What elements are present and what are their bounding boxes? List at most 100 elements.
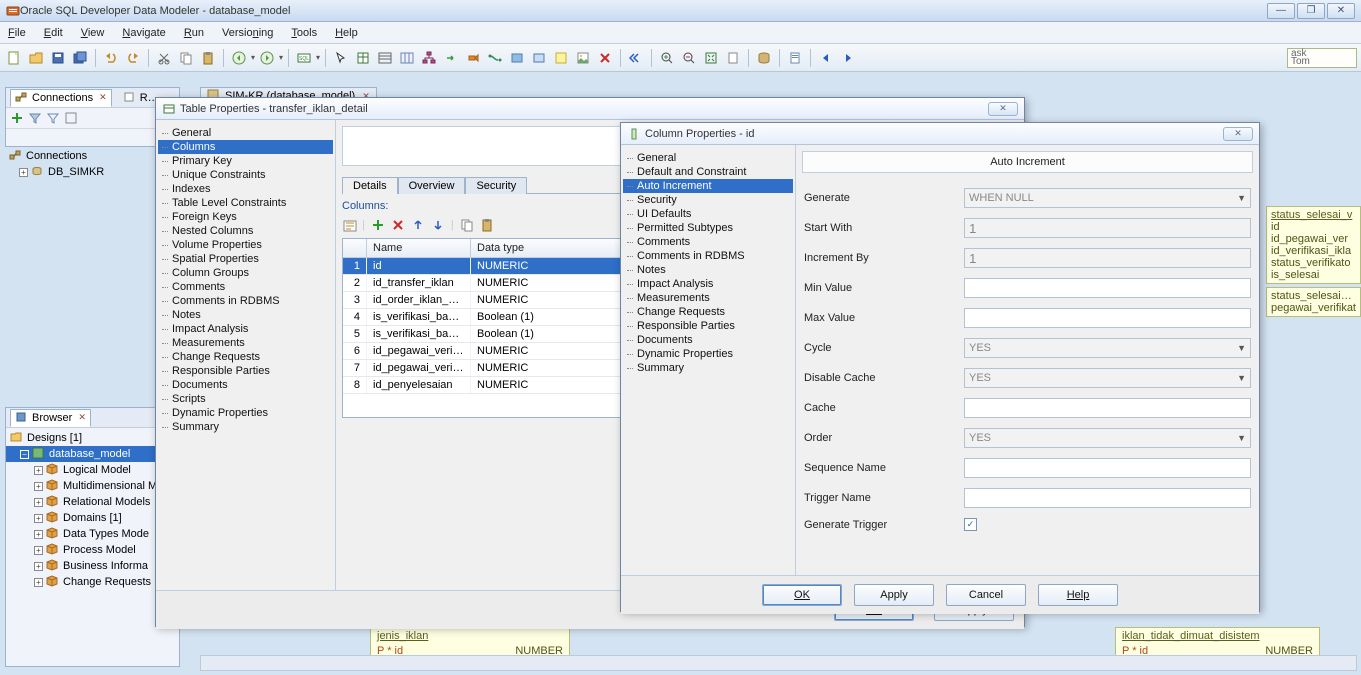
fit-win-icon[interactable] — [701, 48, 721, 68]
browser-item[interactable]: +Process Model — [6, 542, 179, 558]
menu-edit[interactable]: Edit — [44, 27, 63, 39]
sequence_name-input[interactable] — [964, 458, 1251, 478]
help-button[interactable]: Help — [1038, 584, 1118, 606]
note-icon[interactable] — [551, 48, 571, 68]
copy-icon[interactable] — [176, 48, 196, 68]
nav-item[interactable]: Comments — [623, 235, 793, 249]
trigger_name-input[interactable] — [964, 488, 1251, 508]
sub-tab[interactable]: Overview — [398, 177, 466, 194]
nav-item[interactable]: Unique Constraints — [158, 168, 333, 182]
dialog-close-button[interactable]: ✕ — [988, 102, 1018, 116]
nav-item[interactable]: UI Defaults — [623, 207, 793, 221]
sub-tab[interactable]: Details — [342, 177, 398, 194]
menu-view[interactable]: View — [81, 27, 105, 39]
nav-item[interactable]: Scripts — [158, 392, 333, 406]
right-box-1[interactable]: status_selesai_v idid_pegawai_verid_veri… — [1266, 206, 1361, 284]
menu-tools[interactable]: Tools — [291, 27, 317, 39]
menu-run[interactable]: Run — [184, 27, 204, 39]
move-up-icon[interactable] — [411, 218, 425, 232]
forward-icon[interactable] — [257, 48, 277, 68]
task-box[interactable]: ask Tom — [1287, 48, 1357, 68]
nav-item[interactable]: Spatial Properties — [158, 252, 333, 266]
cache-input[interactable] — [964, 398, 1251, 418]
close-icon[interactable]: ✕ — [78, 412, 86, 423]
window-minimize-button[interactable]: — — [1267, 3, 1295, 19]
open-icon[interactable] — [26, 48, 46, 68]
expand-icon[interactable]: + — [34, 562, 43, 571]
nav-item[interactable]: Change Requests — [158, 350, 333, 364]
nav-item[interactable]: Documents — [623, 333, 793, 347]
browser-item[interactable]: +Change Requests — [6, 574, 179, 590]
browser-tab[interactable]: Browser ✕ — [10, 409, 91, 427]
remove-column-icon[interactable] — [391, 218, 405, 232]
ok-button[interactable]: OK — [762, 584, 842, 606]
box-b-icon[interactable] — [529, 48, 549, 68]
window-close-button[interactable]: ✕ — [1327, 3, 1355, 19]
zoom-out-icon[interactable] — [679, 48, 699, 68]
increment_by-input[interactable] — [964, 248, 1251, 268]
horizontal-scrollbar[interactable] — [200, 655, 1357, 671]
db-icon[interactable] — [754, 48, 774, 68]
nav-item[interactable]: Columns — [158, 140, 333, 154]
generate_trigger-checkbox[interactable]: ✓ — [964, 518, 977, 531]
properties-icon[interactable] — [342, 218, 356, 232]
paste-icon[interactable] — [198, 48, 218, 68]
grid-header-num[interactable] — [343, 239, 367, 257]
order-select[interactable]: YES▼ — [964, 428, 1251, 448]
table-icon[interactable] — [353, 48, 373, 68]
collapse-icon[interactable]: − — [20, 450, 29, 459]
menu-help[interactable]: Help — [335, 27, 358, 39]
menu-versioning[interactable]: Versioning — [222, 27, 273, 39]
browser-item[interactable]: +Business Informa — [6, 558, 179, 574]
move-down-icon[interactable] — [431, 218, 445, 232]
nav-item[interactable]: Default and Constraint — [623, 165, 793, 179]
next-blue-icon[interactable] — [838, 48, 858, 68]
back-icon[interactable] — [229, 48, 249, 68]
nav-item[interactable]: Table Level Constraints — [158, 196, 333, 210]
green-arrow-icon[interactable] — [441, 48, 461, 68]
save-icon[interactable] — [48, 48, 68, 68]
nav-item[interactable]: Comments in RDBMS — [158, 294, 333, 308]
undo-icon[interactable] — [101, 48, 121, 68]
first-icon[interactable] — [626, 48, 646, 68]
delete-x-icon[interactable] — [595, 48, 615, 68]
nav-item[interactable]: General — [623, 151, 793, 165]
sql-icon[interactable]: SQL — [294, 48, 314, 68]
nav-item[interactable]: Impact Analysis — [158, 322, 333, 336]
browser-item[interactable]: +Relational Models — [6, 494, 179, 510]
menu-navigate[interactable]: Navigate — [122, 27, 165, 39]
designs-node[interactable]: Designs [1] — [6, 430, 179, 446]
connections-root[interactable]: Connections — [5, 148, 180, 164]
save-all-icon[interactable] — [70, 48, 90, 68]
apply-button[interactable]: Apply — [854, 584, 934, 606]
expand-icon[interactable]: + — [34, 482, 43, 491]
model-node[interactable]: − database_model — [6, 446, 179, 462]
cycle-select[interactable]: YES▼ — [964, 338, 1251, 358]
browser-item[interactable]: +Data Types Mode — [6, 526, 179, 542]
nav-item[interactable]: Comments in RDBMS — [623, 249, 793, 263]
min_value-input[interactable] — [964, 278, 1251, 298]
close-icon[interactable]: ✕ — [99, 92, 107, 103]
fit-page-icon[interactable] — [723, 48, 743, 68]
nav-item[interactable]: Responsible Parties — [158, 364, 333, 378]
connections-tab[interactable]: Connections ✕ — [10, 89, 112, 107]
add-column-icon[interactable] — [371, 218, 385, 232]
nav-item[interactable]: General — [158, 126, 333, 140]
nav-item[interactable]: Indexes — [158, 182, 333, 196]
nav-item[interactable]: Notes — [623, 263, 793, 277]
nav-item[interactable]: Nested Columns — [158, 224, 333, 238]
cancel-button[interactable]: Cancel — [946, 584, 1026, 606]
report-icon[interactable] — [785, 48, 805, 68]
add-connection-icon[interactable] — [10, 111, 24, 125]
sub-tab[interactable]: Security — [465, 177, 527, 194]
nav-item[interactable]: Summary — [158, 420, 333, 434]
expand-icon[interactable]: + — [34, 514, 43, 523]
hierarchy-icon[interactable] — [419, 48, 439, 68]
generate-select[interactable]: WHEN NULL▼ — [964, 188, 1251, 208]
filter-icon[interactable] — [46, 111, 60, 125]
redo-icon[interactable] — [123, 48, 143, 68]
nav-item[interactable]: Volume Properties — [158, 238, 333, 252]
new-icon[interactable] — [4, 48, 24, 68]
funnel-a-icon[interactable] — [28, 111, 42, 125]
relation-icon[interactable] — [485, 48, 505, 68]
